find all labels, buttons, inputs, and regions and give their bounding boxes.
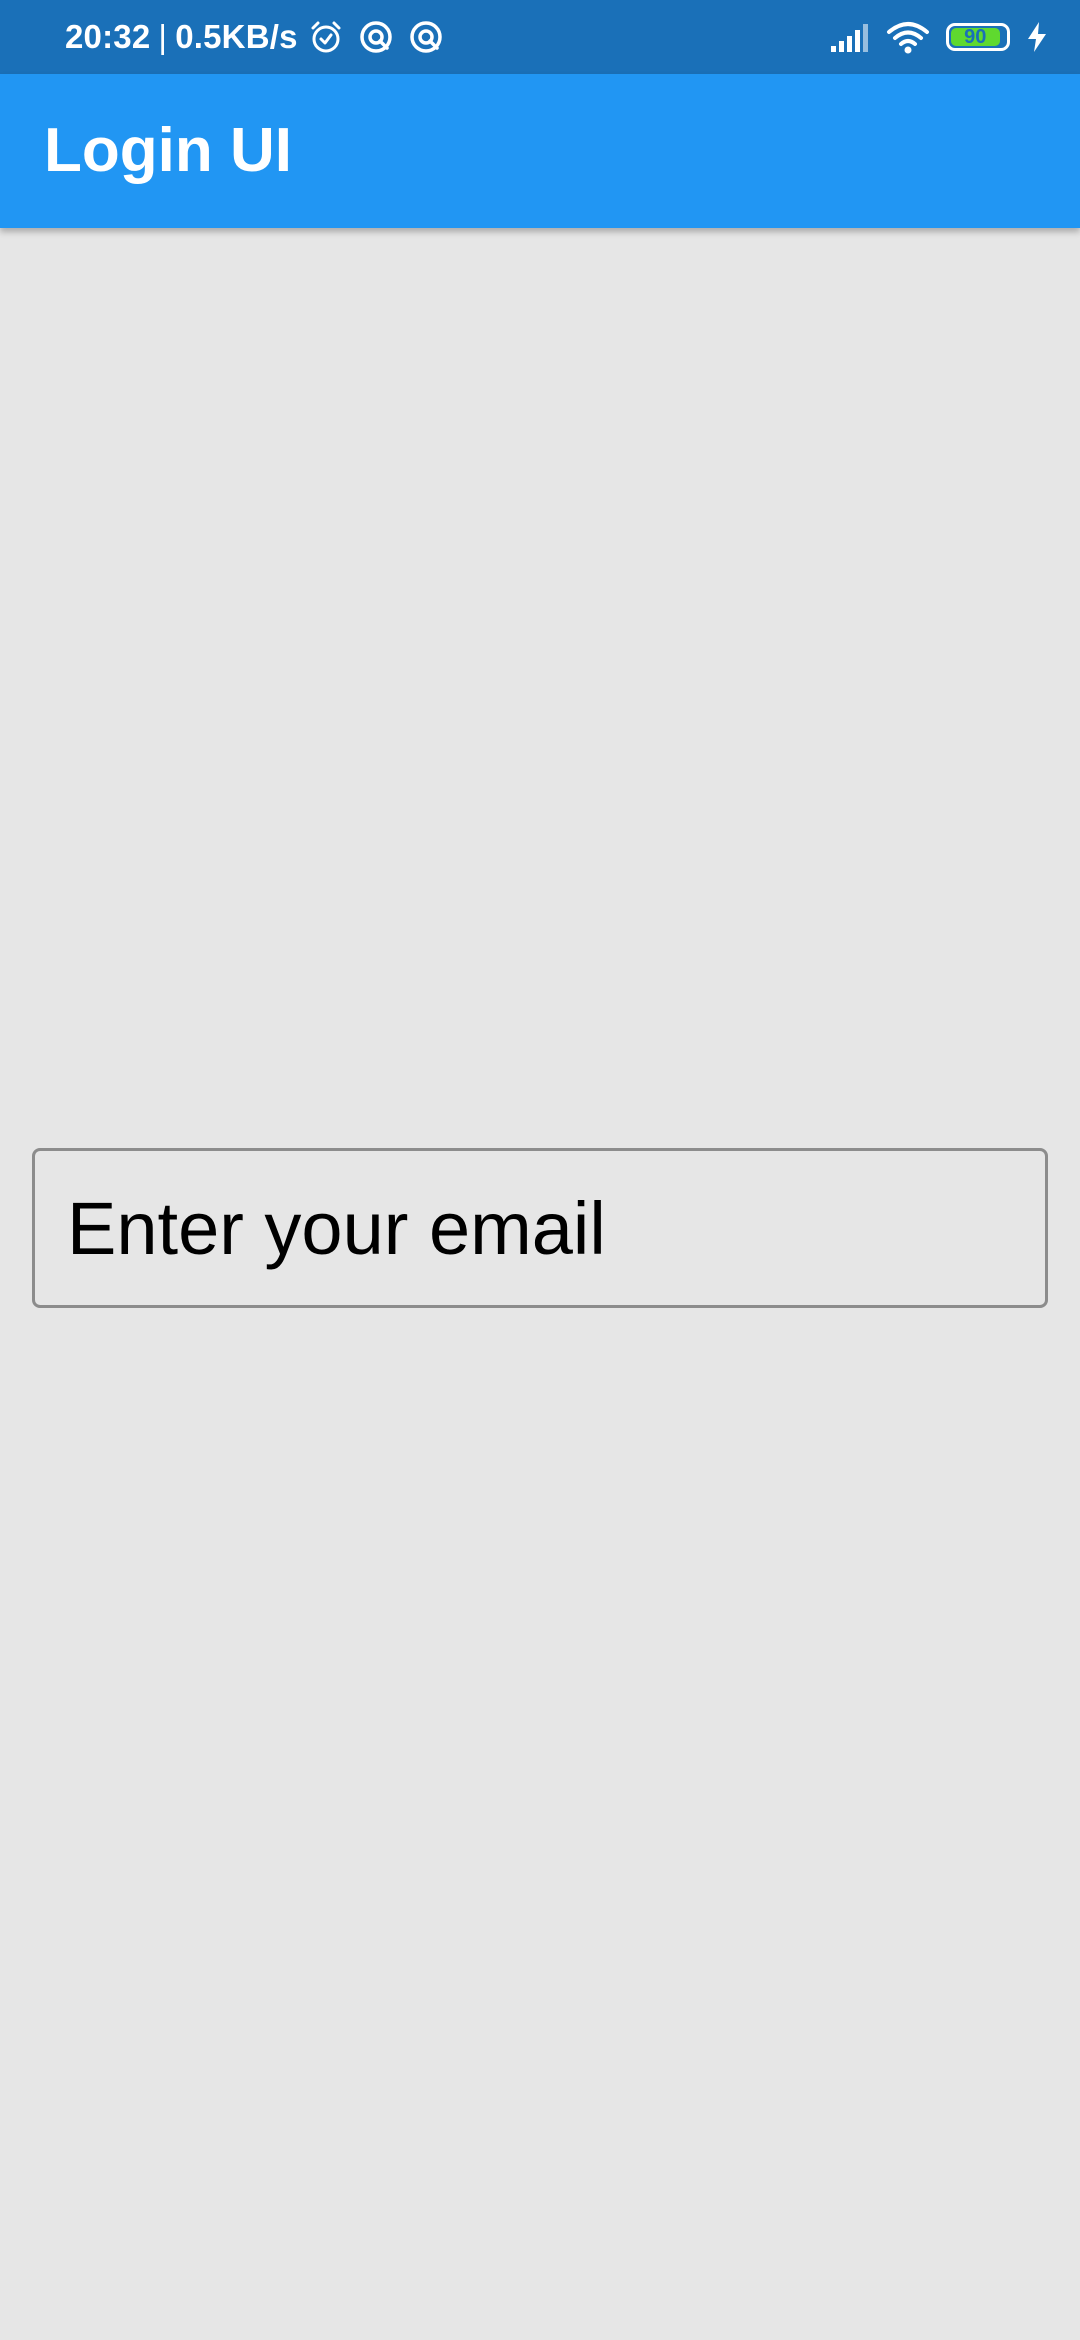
status-separator: | <box>158 18 168 55</box>
alarm-icon <box>308 19 344 55</box>
app-bar: Login UI <box>0 74 1080 228</box>
sync-icon <box>358 19 394 55</box>
battery-icon: 90 <box>946 23 1010 51</box>
signal-icon <box>830 22 870 52</box>
battery-frame: 90 <box>946 23 1010 51</box>
wifi-icon <box>886 20 930 54</box>
charging-icon <box>1026 21 1048 53</box>
email-field-container <box>32 1148 1048 1308</box>
page-title: Login UI <box>44 116 292 185</box>
status-right: 90 <box>814 0 1048 74</box>
status-time: 20:32 <box>65 18 151 55</box>
sync-icon <box>408 19 444 55</box>
status-left: 20:32 | 0.5KB/s <box>65 0 444 74</box>
battery-level: 90 <box>951 27 1000 47</box>
network-speed: 0.5KB/s <box>175 18 298 55</box>
email-field[interactable] <box>35 1151 1045 1305</box>
status-bar: 20:32 | 0.5KB/s 90 <box>0 0 1080 74</box>
